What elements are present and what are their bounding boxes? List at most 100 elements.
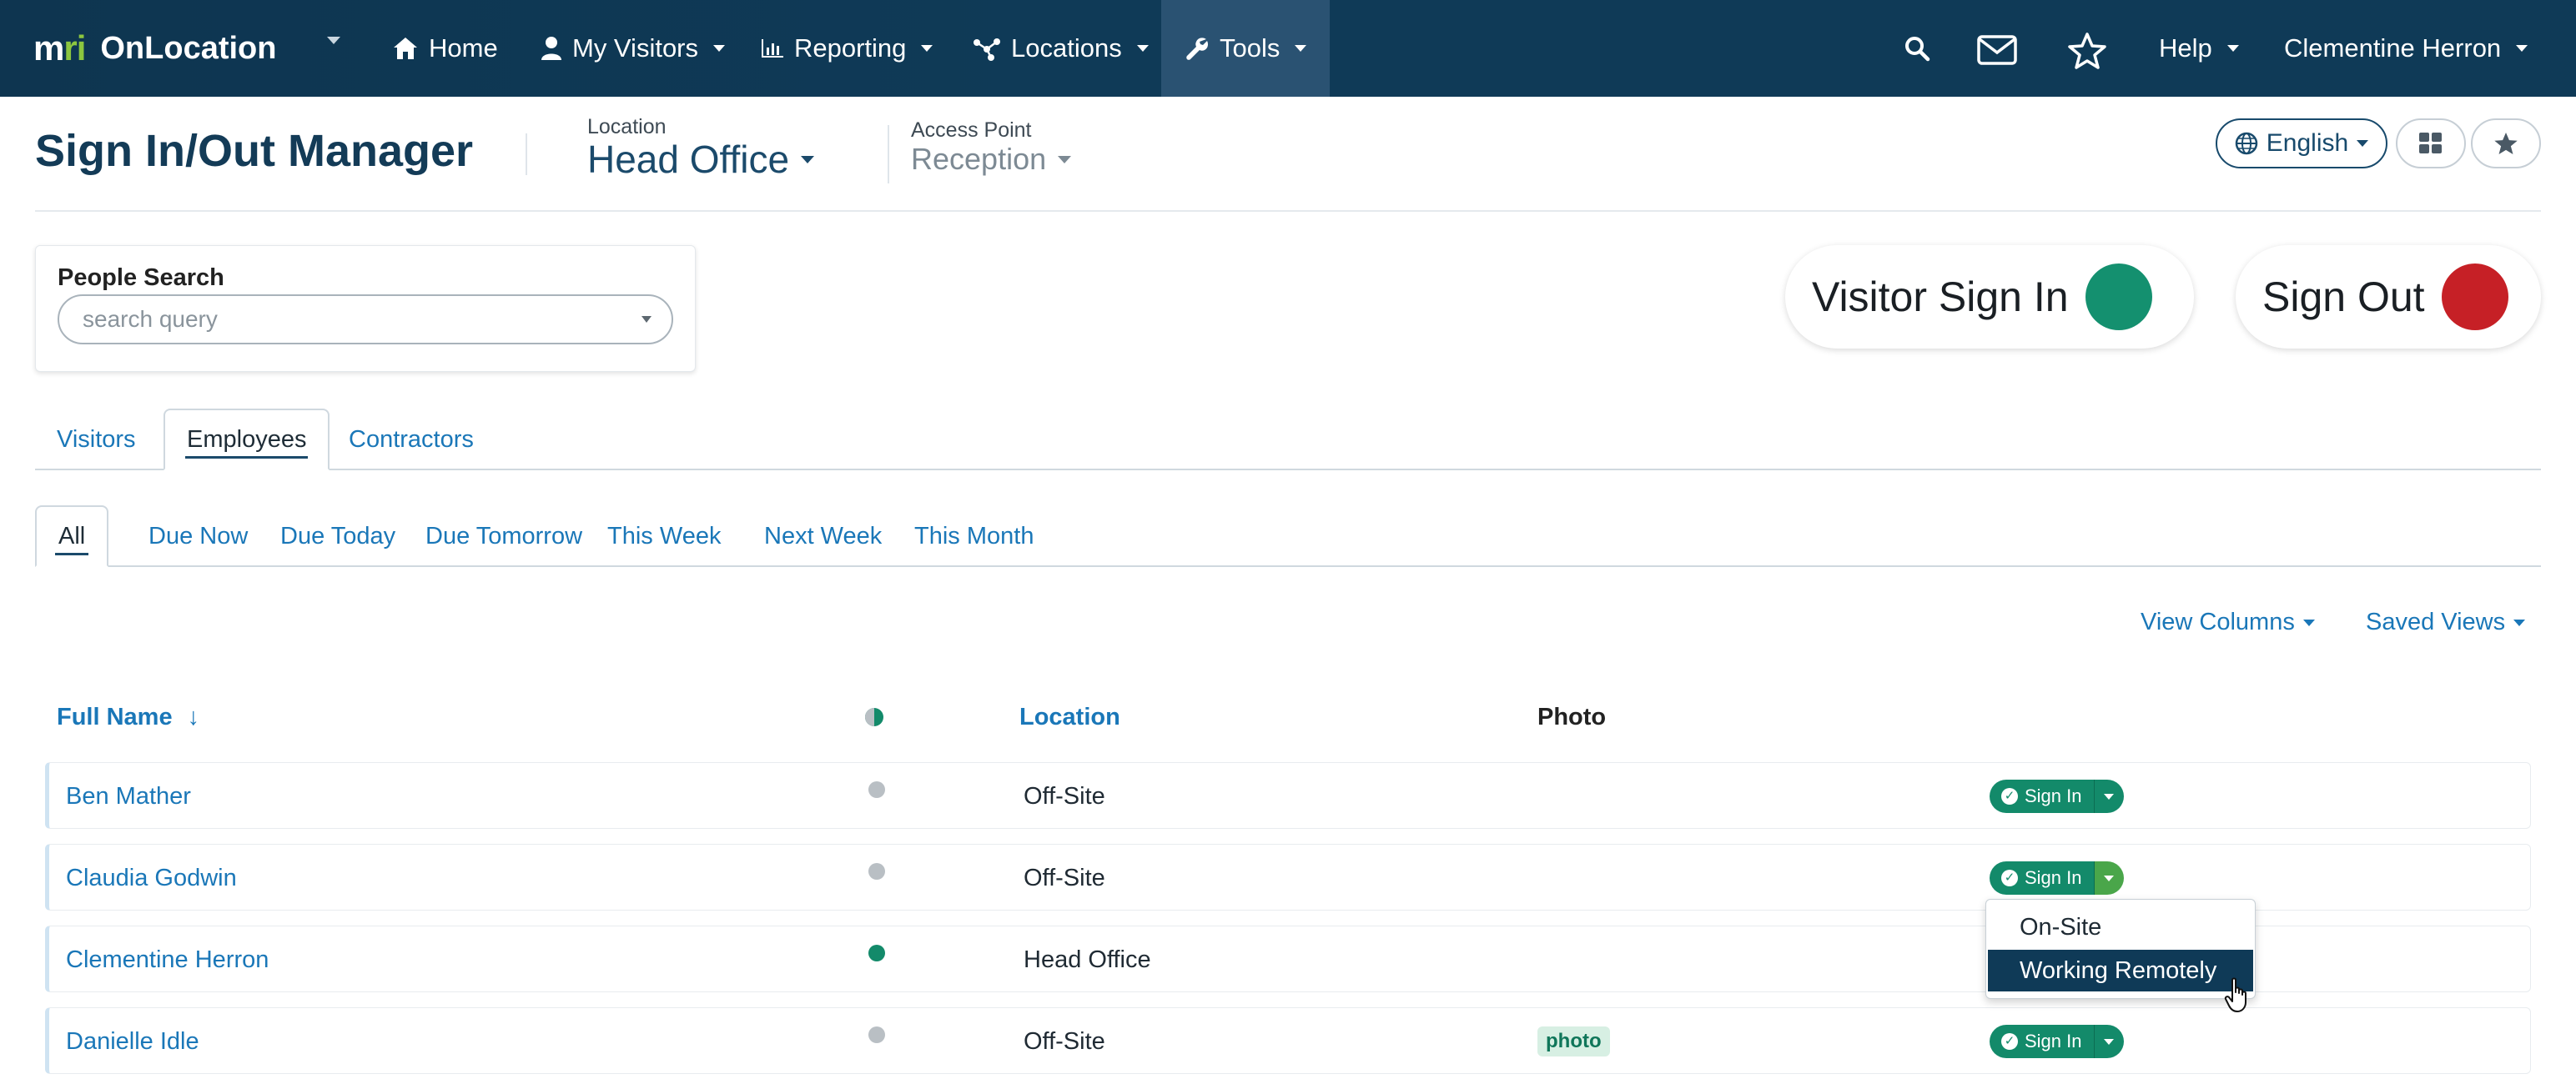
sign-in-button[interactable]: ✓ Sign In (1990, 1025, 2094, 1058)
view-columns-label: View Columns (2141, 609, 2295, 635)
chevron-down-icon (2104, 793, 2114, 800)
top-navigation-bar: mri OnLocation Home My Visitors Reportin… (0, 0, 2576, 97)
check-circle-icon: ✓ (2001, 870, 2018, 886)
person-name-link[interactable]: Clementine Herron (66, 926, 269, 993)
location-label: Location (587, 115, 667, 138)
people-search-input[interactable] (58, 294, 673, 344)
sign-in-split-button: ✓ Sign In (1990, 1025, 2124, 1058)
sign-out-status-icon (2441, 263, 2508, 330)
favorite-button[interactable] (2471, 118, 2541, 168)
nav-help[interactable]: Help (2159, 0, 2239, 97)
page-title: Sign In/Out Manager (35, 126, 474, 176)
full-name-header-label: Full Name (57, 704, 173, 730)
saved-views-button[interactable]: Saved Views (2366, 609, 2526, 636)
visitor-sign-in-status-icon (2085, 263, 2152, 330)
nav-my-visitors-label: My Visitors (572, 33, 699, 63)
tab-visitors[interactable]: Visitors (35, 409, 158, 470)
nav-locations[interactable]: Locations (973, 0, 1149, 97)
person-location: Off-Site (1024, 864, 1105, 891)
grid-view-button[interactable] (2396, 118, 2466, 168)
sign-in-options-toggle[interactable] (2093, 780, 2124, 813)
sign-in-options-toggle[interactable] (2093, 861, 2124, 895)
divider (888, 125, 889, 183)
status-offline-icon (868, 863, 885, 880)
hand-pointer-cursor-icon (2224, 977, 2246, 1012)
nav-reporting[interactable]: Reporting (761, 0, 933, 97)
sign-out-button[interactable]: Sign Out (2236, 245, 2541, 349)
chevron-down-icon (921, 45, 933, 52)
chevron-down-icon (2302, 619, 2315, 626)
language-selector[interactable]: English (2216, 118, 2387, 168)
sign-in-button[interactable]: ✓ Sign In (1990, 780, 2094, 813)
filter-due-now[interactable]: Due Now (127, 505, 269, 567)
tab-employees[interactable]: Employees (164, 409, 330, 470)
chevron-down-icon (2357, 140, 2369, 147)
nav-tools[interactable]: Tools (1161, 0, 1331, 97)
language-value: English (2266, 129, 2349, 157)
sign-in-split-button: ✓ Sign In (1990, 780, 2124, 813)
sign-in-split-button: ✓ Sign In (1990, 861, 2124, 895)
location-value: Head Office (587, 138, 790, 181)
access-point-label: Access Point (911, 118, 1032, 142)
active-filter-underline (55, 553, 89, 555)
mail-icon[interactable] (1977, 35, 2017, 65)
filter-due-tomorrow[interactable]: Due Tomorrow (404, 505, 604, 567)
person-name-link[interactable]: Claudia Godwin (66, 845, 237, 911)
photo-badge[interactable]: photo (1537, 1026, 1610, 1056)
sign-in-options-toggle[interactable] (2093, 1025, 2124, 1058)
column-header-location[interactable]: Location (1019, 704, 1120, 731)
chevron-down-icon (713, 45, 726, 52)
nav-home[interactable]: Home (392, 0, 498, 97)
chevron-down-icon[interactable] (641, 316, 652, 323)
view-columns-button[interactable]: View Columns (2141, 609, 2315, 636)
home-icon (394, 38, 417, 59)
access-point-selector[interactable]: Reception (911, 142, 1072, 177)
star-icon[interactable] (2067, 32, 2107, 70)
tab-contractors[interactable]: Contractors (327, 409, 496, 470)
person-location: Head Office (1024, 946, 1151, 973)
menu-item-working-remotely[interactable]: Working Remotely (1988, 950, 2253, 991)
nav-home-label: Home (429, 33, 498, 63)
nav-help-label: Help (2159, 33, 2212, 63)
chevron-down-icon (1058, 155, 1072, 163)
status-half-circle-icon[interactable] (864, 707, 884, 727)
search-icon[interactable] (1904, 35, 1930, 62)
filter-next-week[interactable]: Next Week (742, 505, 903, 567)
sign-in-options-menu: On-Site Working Remotely (1985, 899, 2256, 999)
tab-employees-label: Employees (187, 425, 307, 453)
visitor-sign-in-button[interactable]: Visitor Sign In (1785, 245, 2194, 349)
saved-views-label: Saved Views (2366, 609, 2506, 635)
filter-this-week[interactable]: This Week (586, 505, 742, 567)
chevron-down-icon (2226, 45, 2239, 52)
user-menu[interactable]: Clementine Herron (2284, 0, 2528, 97)
filter-this-month[interactable]: This Month (893, 505, 1055, 567)
filter-due-today[interactable]: Due Today (259, 505, 417, 567)
location-selector[interactable]: Head Office (587, 137, 815, 182)
app-switcher-chevron-down-icon[interactable] (327, 37, 340, 44)
network-icon (974, 38, 1000, 61)
filter-all[interactable]: All (35, 505, 109, 567)
person-name-link[interactable]: Ben Mather (66, 763, 191, 830)
bar-chart-icon (762, 39, 783, 58)
menu-item-on-site[interactable]: On-Site (1988, 906, 2253, 948)
divider (526, 133, 527, 175)
person-name-link[interactable]: Danielle Idle (66, 1008, 199, 1075)
people-search-label: People Search (58, 264, 224, 291)
sign-out-label: Sign Out (2262, 274, 2425, 320)
brand-logo[interactable]: mri OnLocation (33, 0, 276, 97)
sign-in-label: Sign In (2025, 867, 2082, 888)
user-icon (541, 37, 561, 60)
chevron-down-icon (1295, 45, 1307, 52)
check-circle-icon: ✓ (2001, 788, 2018, 805)
column-header-full-name[interactable]: Full Name ↓ (57, 704, 199, 731)
table-row: Danielle Idle Off-Site photo ✓ Sign In (45, 1007, 2531, 1074)
person-type-tabs: Visitors Employees Contractors (35, 407, 2541, 470)
nav-locations-label: Locations (1011, 33, 1122, 63)
active-tab-underline (185, 456, 309, 459)
nav-my-visitors[interactable]: My Visitors (541, 0, 726, 97)
chevron-down-icon (801, 155, 815, 163)
chevron-down-icon (1136, 45, 1149, 52)
nav-tools-label: Tools (1220, 33, 1280, 63)
chevron-down-icon (2513, 619, 2526, 626)
sign-in-button[interactable]: ✓ Sign In (1990, 861, 2094, 895)
